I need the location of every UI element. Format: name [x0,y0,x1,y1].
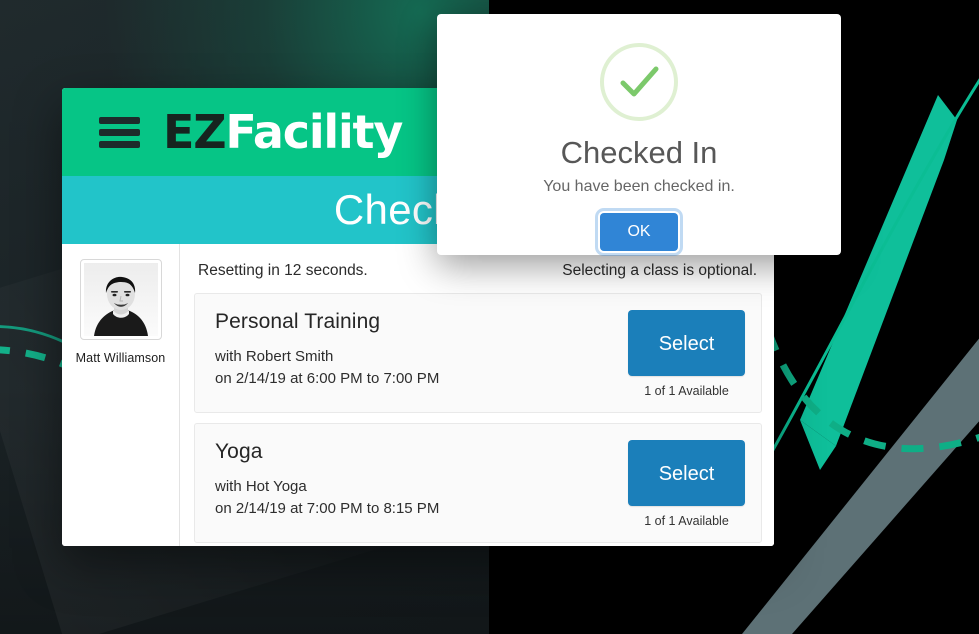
table-row[interactable]: Yoga with Hot Yoga on 2/14/19 at 7:00 PM… [194,423,762,543]
app-body: Matt Williamson Resetting in 12 seconds.… [62,244,774,546]
success-check-icon [600,43,678,121]
class-info: Yoga with Hot Yoga on 2/14/19 at 7:00 PM… [215,438,439,520]
hamburger-bar-2 [99,128,140,136]
class-title: Personal Training [215,310,381,333]
screenshot-stage: EZFacility Check In Matt Williamson Rese… [0,0,979,634]
class-list-pane: Resetting in 12 seconds. Selecting a cla… [180,244,774,546]
class-schedule: on 2/14/19 at 7:00 PM to 8:15 PM [215,499,440,517]
ok-button[interactable]: OK [595,208,683,257]
brand-logo-facility: Facility [225,105,403,159]
brand-logo[interactable]: EZFacility [163,109,403,155]
modal-message: You have been checked in. [543,178,735,196]
hamburger-menu-icon[interactable] [99,116,140,148]
class-schedule: on 2/14/19 at 6:00 PM to 7:00 PM [215,369,440,387]
class-instructor: with Hot Yoga [215,478,307,495]
modal-title: Checked In [560,135,718,170]
hamburger-bar-3 [99,140,140,148]
availability-text: 1 of 1 Available [644,384,729,398]
availability-text: 1 of 1 Available [644,514,729,528]
brand-logo-ez: EZ [163,105,227,159]
class-action: Select 1 of 1 Available [628,438,745,528]
class-action: Select 1 of 1 Available [628,308,745,398]
optional-hint-text: Selecting a class is optional. [562,262,757,279]
checked-in-modal: Checked In You have been checked in. OK [437,14,841,257]
member-photo [83,263,158,336]
member-name: Matt Williamson [75,351,166,365]
select-button[interactable]: Select [628,310,745,376]
hamburger-bar-1 [99,116,140,124]
select-button[interactable]: Select [628,440,745,506]
profile-pane: Matt Williamson [62,244,180,546]
class-info: Personal Training with Robert Smith on 2… [215,308,439,390]
class-title: Yoga [215,440,263,463]
class-instructor: with Robert Smith [215,348,334,365]
table-row[interactable]: Personal Training with Robert Smith on 2… [194,293,762,413]
avatar [79,259,162,340]
reset-timer-text: Resetting in 12 seconds. [198,262,368,279]
check-mark-glyph [620,66,659,97]
